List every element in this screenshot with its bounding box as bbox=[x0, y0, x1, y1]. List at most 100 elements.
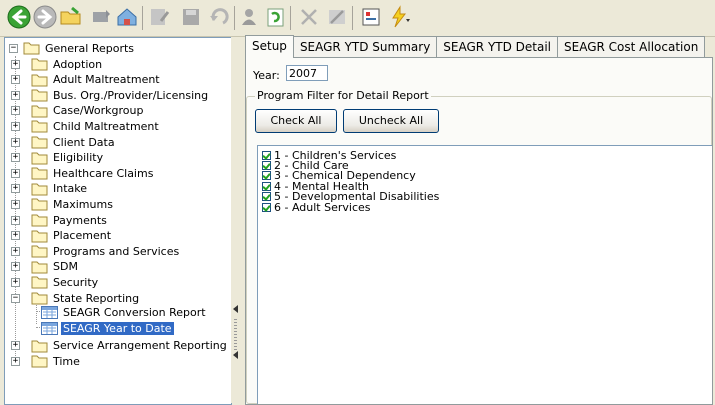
collapse-icon[interactable]: − bbox=[9, 43, 18, 53]
home-icon[interactable] bbox=[114, 4, 140, 30]
tree-item-seagr-conversion-report[interactable]: SEAGR Conversion Report bbox=[41, 304, 208, 320]
checkbox-checked[interactable] bbox=[262, 192, 271, 202]
expand-icon[interactable]: + bbox=[11, 153, 20, 163]
folder-icon bbox=[31, 340, 48, 353]
checkbox-checked[interactable] bbox=[262, 202, 271, 212]
checkbox-checked[interactable] bbox=[262, 171, 271, 181]
tree-item-seagr-year-to-date[interactable]: SEAGR Year to Date bbox=[41, 320, 174, 336]
expand-icon[interactable]: + bbox=[11, 90, 20, 100]
program-filter-title: Program Filter for Detail Report bbox=[255, 89, 431, 102]
layout-icon[interactable] bbox=[358, 4, 384, 30]
tree-item-client-data[interactable]: + Client Data bbox=[11, 134, 117, 150]
tree-root[interactable]: − General Reports bbox=[9, 40, 136, 56]
folder-icon bbox=[31, 58, 48, 71]
program-list: 1 - Children's Services 2 - Child Care 3 -… bbox=[257, 145, 712, 404]
folder-icon bbox=[31, 261, 48, 274]
delete-icon[interactable] bbox=[296, 4, 322, 30]
expand-icon[interactable]: + bbox=[11, 262, 20, 272]
expand-icon[interactable]: + bbox=[11, 246, 20, 256]
pin-icon[interactable] bbox=[88, 4, 114, 30]
collapse-icon[interactable]: − bbox=[11, 293, 20, 303]
tree-item-bus-org-provider-licensing[interactable]: + Bus. Org./Provider/Licensing bbox=[11, 87, 210, 103]
checkbox-checked[interactable] bbox=[262, 150, 271, 160]
year-input[interactable]: 2007 bbox=[286, 65, 328, 81]
tree-item-time[interactable]: + Time bbox=[11, 353, 82, 369]
tree-item-case-workgroup[interactable]: + Case/Workgroup bbox=[11, 103, 145, 119]
expand-icon[interactable]: + bbox=[11, 121, 20, 131]
folder-icon bbox=[31, 245, 48, 258]
edit-icon[interactable] bbox=[146, 4, 172, 30]
folder-icon bbox=[31, 136, 48, 149]
refresh-icon[interactable] bbox=[262, 4, 288, 30]
folder-icon bbox=[31, 74, 48, 87]
tab-setup[interactable]: Setup bbox=[245, 35, 294, 58]
run-icon[interactable] bbox=[386, 4, 412, 30]
save-icon[interactable] bbox=[178, 4, 204, 30]
tree-item-security[interactable]: + Security bbox=[11, 274, 100, 290]
undo-icon[interactable] bbox=[206, 4, 232, 30]
folder-icon bbox=[31, 183, 48, 196]
tree-item-child-maltreatment[interactable]: + Child Maltreatment bbox=[11, 118, 161, 134]
tree-item-eligibility[interactable]: + Eligibility bbox=[11, 150, 105, 166]
user-icon[interactable] bbox=[236, 4, 262, 30]
expand-icon[interactable]: + bbox=[11, 184, 20, 194]
folder-icon bbox=[31, 120, 48, 133]
expand-icon[interactable]: + bbox=[11, 356, 20, 366]
folder-icon bbox=[31, 167, 48, 180]
expand-icon[interactable]: + bbox=[11, 215, 20, 225]
folder-icon bbox=[31, 292, 48, 305]
tree-item-intake[interactable]: + Intake bbox=[11, 181, 89, 197]
tab-seagr-ytd-summary[interactable]: SEAGR YTD Summary bbox=[292, 36, 438, 57]
tab-bar: Setup SEAGR YTD Summary SEAGR YTD Detail… bbox=[245, 35, 706, 58]
tree-item-payments[interactable]: + Payments bbox=[11, 212, 109, 228]
tools-icon[interactable] bbox=[324, 4, 350, 30]
back-icon[interactable] bbox=[6, 4, 32, 30]
folder-icon bbox=[31, 105, 48, 118]
tree-item-maximums[interactable]: + Maximums bbox=[11, 196, 115, 212]
program-filter-group: Program Filter for Detail Report Check A… bbox=[246, 89, 712, 404]
folder-icon bbox=[23, 42, 40, 55]
tree-item-programs-and-services[interactable]: + Programs and Services bbox=[11, 243, 181, 259]
tab-seagr-ytd-detail[interactable]: SEAGR YTD Detail bbox=[436, 36, 559, 57]
folder-icon bbox=[31, 152, 48, 165]
folder-icon bbox=[31, 230, 48, 243]
expand-icon[interactable]: + bbox=[11, 168, 20, 178]
forward-icon[interactable] bbox=[32, 4, 58, 30]
tree-item-adoption[interactable]: + Adoption bbox=[11, 56, 104, 72]
program-item[interactable]: 6 - Adult Services bbox=[262, 201, 371, 214]
tree-item-adult-maltreatment[interactable]: + Adult Maltreatment bbox=[11, 72, 162, 88]
expand-icon[interactable]: + bbox=[11, 341, 20, 351]
folder-icon bbox=[31, 89, 48, 102]
collapse-left-arrow-icon[interactable] bbox=[233, 351, 238, 359]
collapse-left-arrow-icon[interactable] bbox=[233, 305, 238, 313]
check-all-button[interactable]: Check All bbox=[255, 109, 337, 133]
tree-item-placement[interactable]: + Placement bbox=[11, 228, 113, 244]
year-label: Year: bbox=[253, 69, 280, 82]
expand-icon[interactable]: + bbox=[11, 106, 20, 116]
folder-icon bbox=[31, 198, 48, 211]
expand-icon[interactable]: + bbox=[11, 137, 20, 147]
folder-icon bbox=[31, 214, 48, 227]
report-icon bbox=[41, 321, 58, 335]
setup-page: Year: 2007 Program Filter for Detail Rep… bbox=[245, 57, 713, 405]
expand-icon[interactable]: + bbox=[11, 277, 20, 287]
expand-icon[interactable]: + bbox=[11, 59, 20, 69]
tab-seagr-cost-allocation[interactable]: SEAGR Cost Allocation bbox=[557, 36, 706, 57]
expand-icon[interactable]: + bbox=[11, 75, 20, 85]
toolbar bbox=[0, 0, 715, 37]
expand-icon[interactable]: + bbox=[11, 231, 20, 241]
report-tree[interactable]: − General Reports + Adoption + Adult Maltre… bbox=[4, 37, 232, 405]
folder-icon bbox=[31, 355, 48, 368]
checkbox-checked[interactable] bbox=[262, 160, 271, 170]
expand-icon[interactable]: + bbox=[11, 199, 20, 209]
open-folder-icon[interactable] bbox=[58, 4, 84, 30]
folder-icon bbox=[31, 276, 48, 289]
splitter-grip[interactable] bbox=[234, 319, 237, 351]
uncheck-all-button[interactable]: Uncheck All bbox=[343, 109, 439, 133]
report-icon bbox=[41, 305, 58, 319]
tree-item-healthcare-claims[interactable]: + Healthcare Claims bbox=[11, 165, 155, 181]
tree-item-service-arrangement-reporting[interactable]: + Service Arrangement Reporting bbox=[11, 338, 229, 354]
tree-item-sdm[interactable]: + SDM bbox=[11, 259, 80, 275]
checkbox-checked[interactable] bbox=[262, 181, 271, 191]
splitter[interactable] bbox=[231, 37, 241, 403]
